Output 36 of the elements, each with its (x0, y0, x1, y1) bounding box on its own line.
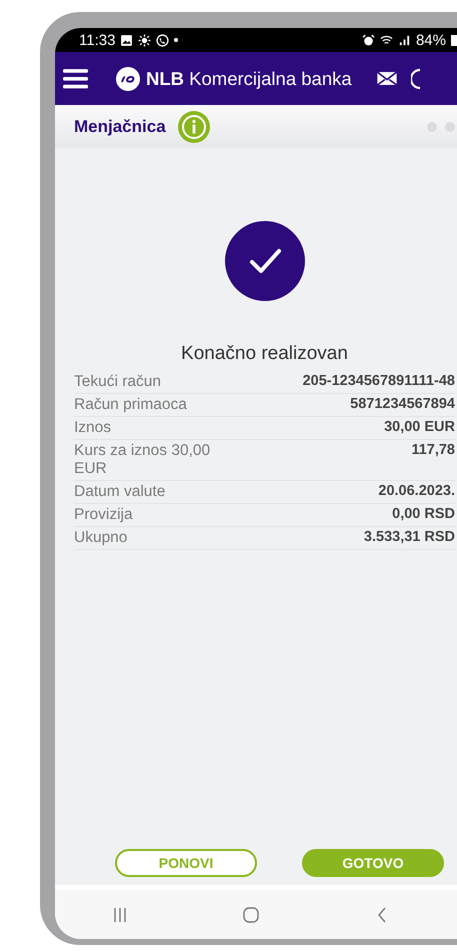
detail-value: 205-1234567891111-48 (302, 373, 455, 389)
bank-name: NLB Komercijalna banka (146, 68, 352, 90)
signal-icon (398, 34, 411, 46)
pager-dots-icon (427, 122, 457, 132)
detail-label: Provizija (74, 506, 134, 524)
battery-icon (451, 34, 457, 46)
result-title: Konačno realizovan (181, 343, 348, 365)
detail-value: 0,00 RSD (392, 506, 455, 522)
detail-value: 3.533,31 RSD (364, 529, 455, 545)
phone-call-icon (156, 34, 170, 46)
menu-icon[interactable] (63, 68, 88, 89)
mail-icon[interactable] (376, 71, 398, 86)
alarm-icon (362, 34, 375, 46)
sun-icon (138, 34, 152, 46)
detail-label: Račun primaoca (74, 396, 188, 414)
detail-value: 20.06.2023. (378, 483, 455, 499)
detail-label: Datum valute (74, 483, 166, 501)
repeat-button[interactable]: PONOVI (115, 849, 257, 877)
page-title: Menjačnica (74, 116, 166, 136)
detail-label: Iznos (74, 419, 112, 437)
detail-label: Tekući račun (74, 373, 162, 391)
battery-percent: 84% (416, 32, 446, 48)
detail-label: Ukupno (74, 529, 128, 547)
detail-value: 5871234567894 (350, 396, 455, 412)
check-icon (224, 221, 304, 301)
done-button[interactable]: GOTOVO (302, 849, 444, 877)
detail-label: Kurs za iznos 30,00 EUR (74, 442, 212, 478)
image-icon (120, 34, 134, 46)
logo-icon (116, 66, 140, 90)
wifi-icon (380, 34, 393, 46)
detail-value: 30,00 EUR (384, 419, 455, 435)
info-icon[interactable] (178, 110, 210, 142)
status-time: 11:33 (79, 32, 116, 48)
home-icon[interactable] (240, 904, 261, 924)
notification-dot-icon (174, 38, 178, 42)
detail-value: 117,78 (411, 442, 455, 458)
